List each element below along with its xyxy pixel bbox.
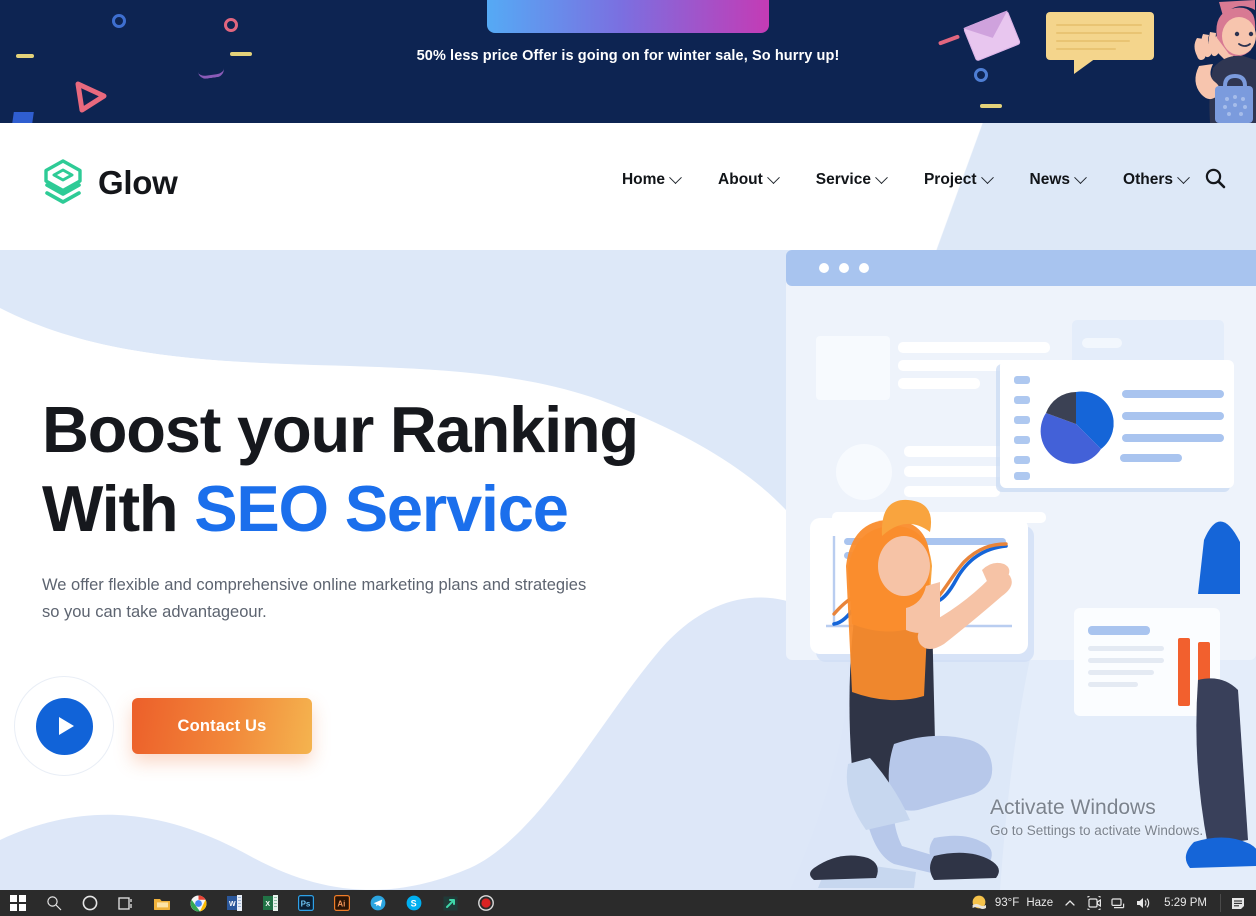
browser-dot	[839, 263, 849, 273]
main-navigation: Home About Service Project News Others	[621, 170, 1190, 189]
network-icon[interactable]	[1111, 897, 1126, 910]
skype-button[interactable]: S	[396, 890, 432, 916]
chevron-down-icon	[980, 170, 994, 184]
nav-item-about[interactable]: About	[718, 170, 780, 189]
weather-temperature: 93°F	[994, 897, 1020, 909]
task-view-button[interactable]	[108, 890, 144, 916]
nav-label: Home	[621, 171, 666, 188]
nav-item-project[interactable]: Project	[923, 170, 994, 189]
nav-item-service[interactable]: Service	[815, 170, 888, 189]
browser-dot	[859, 263, 869, 273]
hero-title: Boost your Ranking With SEO Service	[42, 390, 742, 548]
blue-shape-deco	[10, 112, 34, 123]
brand-name: Glow	[98, 164, 178, 201]
file-explorer-button[interactable]	[144, 890, 180, 916]
activate-windows-watermark: Activate Windows Go to Settings to activ…	[990, 795, 1203, 841]
windows-taskbar: W X Ps Ai S 93°F Haze 5:29 PM	[0, 890, 1256, 916]
brand-logo-link[interactable]: Glow	[42, 159, 178, 207]
weather-condition: Haze	[1026, 897, 1054, 909]
browser-dot	[819, 263, 829, 273]
hero-title-line2-accent: SEO Service	[194, 472, 569, 545]
hero-content: Boost your Ranking With SEO Service We o…	[14, 390, 742, 776]
notification-center-button[interactable]	[1230, 896, 1250, 911]
dash-deco-pink	[937, 34, 961, 46]
nav-item-news[interactable]: News	[1029, 170, 1087, 189]
screen-recorder-button[interactable]	[468, 890, 504, 916]
promo-text: 50% less price Offer is going on for win…	[416, 48, 840, 64]
camera-icon[interactable]	[1087, 896, 1102, 910]
search-button[interactable]	[36, 890, 72, 916]
taskbar-clock[interactable]: 5:29 PM	[1160, 890, 1211, 916]
chevron-down-icon	[1177, 170, 1190, 184]
google-chrome-button[interactable]	[180, 890, 216, 916]
volume-icon[interactable]	[1135, 896, 1151, 910]
svg-text:X: X	[265, 901, 270, 908]
nav-item-home[interactable]: Home	[621, 170, 682, 189]
telegram-button[interactable]	[360, 890, 396, 916]
hero-subtitle: We offer flexible and comprehensive onli…	[42, 576, 587, 621]
activate-windows-title: Activate Windows	[990, 796, 1156, 819]
chevron-down-icon	[1074, 170, 1087, 184]
svg-text:Ps: Ps	[301, 900, 311, 909]
ring-deco-blue	[112, 14, 126, 28]
adobe-illustrator-button[interactable]: Ai	[324, 890, 360, 916]
chevron-down-icon	[766, 170, 780, 184]
nav-label: News	[1029, 171, 1071, 188]
chevron-down-icon	[875, 170, 888, 184]
play-icon	[58, 717, 74, 735]
squiggle-deco	[197, 62, 225, 80]
microsoft-word-button[interactable]: W	[216, 890, 252, 916]
play-button[interactable]	[35, 697, 93, 755]
promo-gradient-bar	[487, 0, 769, 33]
nav-label: About	[718, 171, 763, 188]
svg-text:S: S	[411, 899, 417, 909]
play-button-ring[interactable]	[14, 676, 114, 776]
microsoft-excel-button[interactable]: X	[252, 890, 288, 916]
nav-label: Project	[923, 171, 977, 188]
seo-dashboard-illustration	[786, 250, 1256, 888]
cortana-button[interactable]	[72, 890, 108, 916]
ring-deco-pink	[224, 18, 238, 32]
taskbar-icons: W X Ps Ai S	[0, 890, 504, 916]
glow-logo-icon	[44, 159, 82, 204]
weather-widget[interactable]: 93°F Haze	[970, 894, 1053, 912]
hero-section: Boost your Ranking With SEO Service We o…	[0, 250, 1256, 890]
haze-weather-icon	[972, 895, 986, 909]
activate-windows-subtitle: Go to Settings to activate Windows.	[990, 823, 1204, 838]
svg-text:Ai: Ai	[337, 900, 345, 909]
taskbar-system-tray: 93°F Haze 5:29 PM	[970, 890, 1256, 916]
chevron-down-icon	[669, 170, 682, 184]
nav-label: Service	[815, 171, 871, 188]
hero-title-line2-plain: With	[42, 472, 195, 545]
nav-item-others[interactable]: Others	[1123, 170, 1190, 189]
adobe-photoshop-button[interactable]: Ps	[288, 890, 324, 916]
site-header: Glow Home About Service Project News Oth…	[0, 123, 1256, 250]
search-icon[interactable]	[1204, 167, 1226, 194]
ring-deco-blue-2	[974, 68, 988, 82]
nav-label: Others	[1123, 171, 1173, 188]
show-hidden-icons-button[interactable]	[1062, 897, 1078, 909]
hero-cta-group: Contact Us	[14, 676, 742, 776]
contact-us-button[interactable]: Contact Us	[132, 698, 312, 754]
dash-deco-yellow-3	[980, 104, 1002, 108]
hero-title-line1: Boost your Ranking	[42, 393, 639, 466]
bar	[1178, 638, 1190, 706]
triangle-deco-pink	[75, 81, 107, 113]
teamviewer-button[interactable]	[432, 890, 468, 916]
taskbar-separator	[1220, 894, 1221, 912]
start-button[interactable]	[0, 890, 36, 916]
svg-text:W: W	[229, 901, 236, 908]
